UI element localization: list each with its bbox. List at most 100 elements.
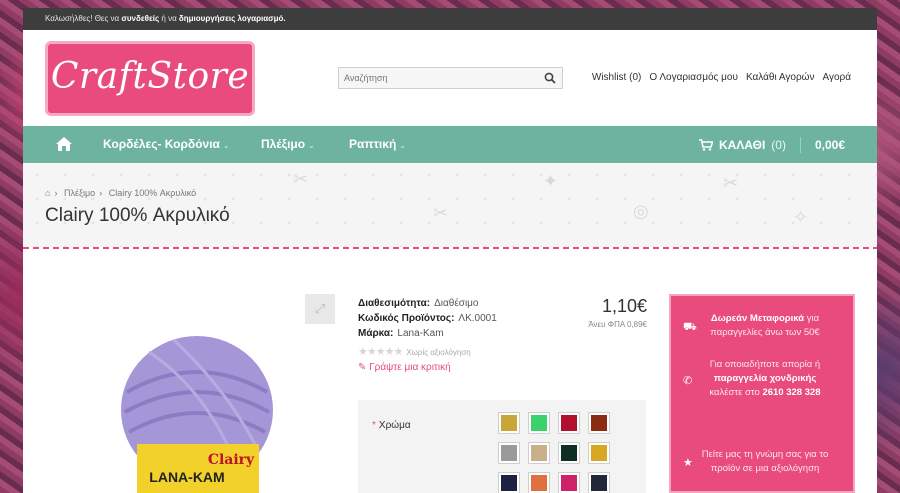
color-swatch[interactable] xyxy=(558,412,580,434)
review-prompt-block: ★ Πείτε μας τη γνώμη σας για το προϊόν σ… xyxy=(683,448,843,476)
color-swatch[interactable] xyxy=(498,442,520,464)
color-swatch[interactable] xyxy=(498,412,520,434)
breadcrumb-item-knitting[interactable]: Πλέξιμο xyxy=(64,188,95,198)
home-icon[interactable] xyxy=(55,136,73,152)
product-info: Διαθεσιμότητα: Διαθέσιμο Κωδικός Προϊόντο… xyxy=(358,296,497,375)
search-icon[interactable] xyxy=(544,72,556,84)
product-code-value: ΛΚ.0001 xyxy=(458,313,497,324)
breadcrumb-item-product[interactable]: Clairy 100% Ακρυλικό xyxy=(109,188,196,198)
cart-total: 0,00€ xyxy=(814,138,845,152)
color-swatch[interactable] xyxy=(558,442,580,464)
color-swatch[interactable] xyxy=(528,442,550,464)
cart-count: (0) xyxy=(771,138,786,152)
promo-sidebar: ⛟ Δωρεάν Μεταφορικά για παραγγελίες άνω … xyxy=(669,294,855,493)
home-icon[interactable]: ⌂ xyxy=(45,188,50,198)
color-swatch[interactable] xyxy=(558,472,580,493)
chevron-down-icon: ⌄ xyxy=(308,141,315,150)
price-net: Άνευ ΦΠΑ 0,89€ xyxy=(588,320,647,329)
free-shipping-title: Δωρεάν Μεταφορικά xyxy=(710,313,805,324)
account-link[interactable]: Ο Λογαριασμός μου xyxy=(649,72,738,83)
thread-icon: ✦ xyxy=(543,171,559,191)
product-image[interactable]: Clairy LANA-KAM xyxy=(119,332,275,493)
craftstore-logo[interactable]: CraftStore xyxy=(45,41,255,116)
button-icon: ◎ xyxy=(633,201,649,221)
availability-label: Διαθεσιμότητα: xyxy=(358,298,431,309)
brand-label: Μάρκα: xyxy=(358,328,394,339)
write-review-row[interactable]: ✎ Γράψτε μια κριτική xyxy=(358,360,497,375)
register-link[interactable]: δημιουργήσεις λογαριασμό. xyxy=(179,14,286,23)
product-options: * Χρώμα xyxy=(358,400,646,493)
availability-value: Διαθέσιμο xyxy=(434,298,479,309)
page-container: CraftStore Wishlist (0) Ο Λογαριασμός μο… xyxy=(23,30,877,493)
star-rating-icon: ★★★★★ xyxy=(358,346,403,358)
color-option-label: * Χρώμα xyxy=(372,420,411,431)
wholesale-text-post: καλέστε στο xyxy=(709,387,760,398)
nav-item-label: Πλέξιμο xyxy=(261,137,306,151)
yarn-maker-label: LANA-KAM xyxy=(149,469,224,485)
main-nav: Κορδέλες- Κορδόνια ⌄ Πλέξιμο ⌄ Ραπτική ⌄ ΚΑ… xyxy=(23,126,877,163)
welcome-text: Καλωσήλθες! Θες να xyxy=(45,14,120,23)
price-block: 1,10€ Άνευ ΦΠΑ 0,89€ xyxy=(588,296,647,329)
pencil-icon: ✎ xyxy=(358,362,367,373)
page-title: Clairy 100% Ακρυλικό xyxy=(45,205,230,226)
nav-item-label: Κορδέλες- Κορδόνια xyxy=(103,137,220,151)
checkout-link[interactable]: Αγορά xyxy=(822,72,851,83)
color-swatch[interactable] xyxy=(588,472,610,493)
no-reviews-text: Χωρίς αξιολόγηση xyxy=(406,348,471,357)
phone-icon: ✆ xyxy=(683,375,693,387)
truck-icon: ⛟ xyxy=(683,321,697,333)
chevron-down-icon: ⌄ xyxy=(399,141,406,150)
availability-row: Διαθεσιμότητα: Διαθέσιμο xyxy=(358,296,497,311)
color-swatches xyxy=(498,412,610,493)
yarn-brand-label: Clairy xyxy=(208,452,255,468)
nav-item-sewing[interactable]: Ραπτική ⌄ xyxy=(349,137,406,151)
cart-link[interactable]: Καλάθι Αγορών xyxy=(746,72,815,83)
search-input[interactable] xyxy=(339,68,529,88)
phone-number[interactable]: 2610 328 328 xyxy=(762,387,820,398)
color-swatch[interactable] xyxy=(588,412,610,434)
scissors-icon: ✂ xyxy=(293,169,309,189)
rating-row: ★★★★★ Χωρίς αξιολόγηση xyxy=(358,345,497,360)
breadcrumb-separator: › xyxy=(99,188,103,198)
shopping-cart-icon xyxy=(698,139,713,151)
nav-item-ribbons[interactable]: Κορδέλες- Κορδόνια ⌄ xyxy=(103,137,230,151)
product-code-label: Κωδικός Προϊόντος: xyxy=(358,313,455,324)
brand-row: Μάρκα: Lana-Kam xyxy=(358,326,497,341)
needle-icon: ✧ xyxy=(793,207,809,227)
price: 1,10€ xyxy=(601,296,647,316)
product-code-row: Κωδικός Προϊόντος: ΛΚ.0001 xyxy=(358,311,497,326)
breadcrumb-separator: › xyxy=(54,188,58,198)
dashed-divider xyxy=(23,247,877,249)
nav-item-label: Ραπτική xyxy=(349,137,397,151)
color-swatch[interactable] xyxy=(588,442,610,464)
brand-value[interactable]: Lana-Kam xyxy=(397,328,443,339)
free-shipping-block: ⛟ Δωρεάν Μεταφορικά για παραγγελίες άνω … xyxy=(683,312,843,340)
search-box xyxy=(338,67,563,89)
nav-cart[interactable]: ΚΑΛΑΘΙ (0) 0,00€ xyxy=(698,137,845,153)
or-text: ή να xyxy=(161,14,177,23)
wholesale-title: παραγγελία χονδρικής xyxy=(713,373,817,384)
review-prompt-text: Πείτε μας τη γνώμη σας για το προϊόν σε … xyxy=(701,449,829,474)
color-swatch[interactable] xyxy=(498,472,520,493)
divider xyxy=(799,137,801,153)
color-swatch[interactable] xyxy=(528,472,550,493)
required-marker: * xyxy=(372,420,376,431)
scissors-icon: ✂ xyxy=(433,203,449,223)
page-header-banner: ✂ ✂ ✦ ◎ ✂ ✧ ⌂ › Πλέξιμο › Clairy 100% Ακρυ… xyxy=(23,163,877,247)
cart-label: ΚΑΛΑΘΙ xyxy=(718,138,766,152)
login-link[interactable]: συνδεθείς xyxy=(121,14,159,23)
write-review-link[interactable]: Γράψτε μια κριτική xyxy=(369,362,450,373)
expand-icon[interactable]: ⤢ xyxy=(305,294,335,324)
nav-item-knitting[interactable]: Πλέξιμο ⌄ xyxy=(261,137,315,151)
top-bar: Καλωσήλθες! Θες να συνδεθείς ή να δημιου… xyxy=(23,8,877,30)
header-links: Wishlist (0) Ο Λογαριασμός μου Καλάθι Αγ… xyxy=(592,72,851,83)
wholesale-block: ✆ Για οποιαδήποτε απορία ή παραγγελία χο… xyxy=(683,358,843,400)
breadcrumb: ⌂ › Πλέξιμο › Clairy 100% Ακρυλικό xyxy=(45,188,200,198)
color-label-text: Χρώμα xyxy=(378,420,411,431)
scissors-icon: ✂ xyxy=(723,173,739,193)
wholesale-text-pre: Για οποιαδήποτε απορία ή xyxy=(709,359,821,370)
wishlist-link[interactable]: Wishlist (0) xyxy=(592,72,641,83)
chevron-down-icon: ⌄ xyxy=(222,141,230,150)
star-icon: ★ xyxy=(683,457,693,469)
color-swatch[interactable] xyxy=(528,412,550,434)
